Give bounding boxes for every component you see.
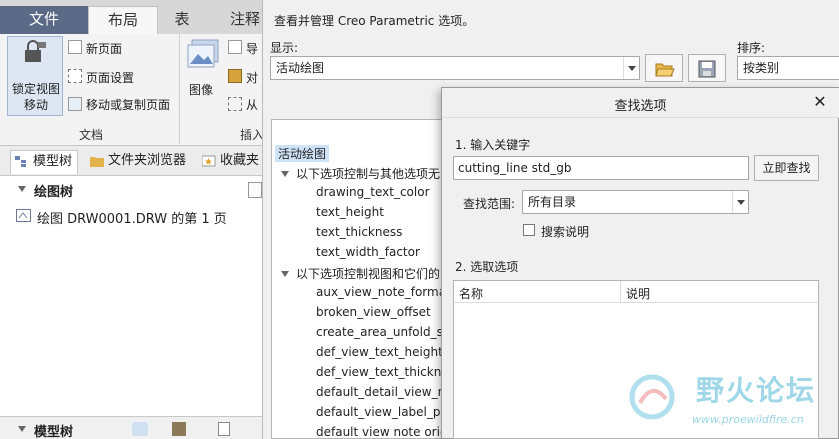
- tree-group2[interactable]: 以下选项控制视图和它们的: [296, 265, 440, 282]
- folder-icon: [90, 157, 104, 167]
- watermark-logo-icon: [629, 374, 675, 420]
- chevron-down-icon: [623, 57, 639, 79]
- group-label-insert: 插入: [240, 128, 265, 142]
- tree-option[interactable]: text_height: [316, 205, 384, 219]
- display-icon[interactable]: [132, 422, 148, 436]
- lock-view-move-label: 锁定视图 移动: [11, 82, 60, 112]
- search-description-label: 搜索说明: [541, 225, 590, 239]
- show-label: 显示:: [270, 41, 299, 55]
- from-button[interactable]: 从: [246, 96, 258, 113]
- sort-select-value: 按类别: [743, 61, 780, 75]
- drawing-icon: [16, 209, 31, 222]
- show-select[interactable]: 活动绘图: [270, 56, 640, 80]
- find-now-button[interactable]: 立即查找: [754, 155, 819, 181]
- tree-option[interactable]: drawing_text_color: [316, 185, 430, 199]
- chevron-down-icon: [732, 191, 748, 213]
- column-name[interactable]: 名称: [459, 285, 483, 302]
- tab-file[interactable]: 文件: [0, 6, 88, 34]
- tree-option[interactable]: create_area_unfold_se: [316, 325, 450, 339]
- close-icon[interactable]: ✕: [810, 92, 830, 112]
- tab-model-tree-label: 模型树: [33, 154, 73, 169]
- tab-layout[interactable]: 布局: [88, 6, 158, 34]
- tree-option[interactable]: default_view_label_pla: [316, 405, 451, 419]
- tree-settings-icon[interactable]: [248, 182, 262, 198]
- options-description: 查看并管理 Creo Parametric 选项。: [274, 14, 475, 28]
- find-dialog-titlebar: 查找选项 ✕: [442, 88, 839, 118]
- scope-select-value: 所有目录: [528, 195, 577, 209]
- settings-icon[interactable]: [218, 422, 230, 436]
- model-tree-footer: 模型树: [0, 416, 262, 439]
- tab-favorites[interactable]: 收藏夹: [198, 150, 262, 174]
- align-icon: [228, 69, 242, 83]
- tab-favorites-label: 收藏夹: [220, 153, 260, 168]
- move-copy-page-icon: [68, 97, 82, 111]
- tree-option[interactable]: text_width_factor: [316, 245, 420, 259]
- model-tree-footer-header: 模型树: [34, 425, 74, 439]
- ribbon-tabbar: 文件 布局 表 注释: [0, 0, 262, 34]
- page-setup-button[interactable]: 页面设置: [86, 69, 134, 86]
- align-button[interactable]: 对: [246, 69, 258, 86]
- scope-label: 查找范围:: [463, 197, 516, 211]
- import-button[interactable]: 导: [246, 40, 258, 57]
- search-description-checkbox[interactable]: [523, 224, 535, 236]
- panel-tabs: 模型树 文件夹浏览器 收藏夹: [0, 146, 262, 176]
- tab-annotate[interactable]: 注释: [212, 6, 262, 34]
- import-icon: [228, 40, 242, 54]
- lock-view-move-button[interactable]: 锁定视图 移动: [7, 36, 63, 116]
- save-config-button[interactable]: [688, 54, 726, 82]
- new-page-button[interactable]: 新页面: [86, 40, 122, 57]
- tab-model-tree[interactable]: 模型树: [10, 150, 78, 174]
- collapse-model-tree-icon[interactable]: [18, 426, 26, 432]
- watermark: 野火论坛 www.proewildfire.cn: [620, 365, 839, 439]
- tree-group1[interactable]: 以下选项控制与其他选项无: [296, 165, 440, 182]
- tab-folder-browser-label: 文件夹浏览器: [108, 153, 187, 168]
- new-page-icon: [68, 40, 82, 54]
- tree-option[interactable]: def_view_text_height: [316, 345, 443, 359]
- sort-select[interactable]: 按类别: [737, 56, 839, 80]
- find-dialog-title: 查找选项: [614, 99, 667, 114]
- tree-option[interactable]: text_thickness: [316, 225, 402, 239]
- tree-option[interactable]: def_view_text_thicknes: [316, 365, 455, 379]
- column-divider: [620, 281, 621, 302]
- favorites-icon: [202, 155, 216, 167]
- tab-folder-browser[interactable]: 文件夹浏览器: [86, 150, 190, 174]
- watermark-url: www.proewildfire.cn: [692, 413, 804, 426]
- tree-option[interactable]: default_detail_view_na: [316, 385, 453, 399]
- page-setup-icon: [68, 69, 82, 83]
- drawing-tree-header: 绘图树: [34, 185, 74, 200]
- model-tree-icon: [15, 156, 26, 167]
- open-config-button[interactable]: [645, 54, 683, 82]
- collapse-drawing-tree-icon[interactable]: [18, 186, 26, 192]
- results-table-header: 名称 说明: [454, 281, 818, 303]
- move-copy-page-button[interactable]: 移动或复制页面: [86, 96, 170, 113]
- tree-root-active-drawing[interactable]: 活动绘图: [275, 145, 330, 162]
- open-folder-icon: [655, 63, 675, 77]
- save-icon: [698, 60, 716, 78]
- from-icon: [228, 97, 242, 111]
- keyword-input[interactable]: cutting_line std_gb: [453, 156, 749, 180]
- tree-option[interactable]: broken_view_offset: [316, 305, 431, 319]
- step1-label: 1. 输入关键字: [455, 138, 531, 152]
- watermark-title: 野火论坛: [696, 374, 817, 407]
- column-description[interactable]: 说明: [626, 285, 650, 302]
- lock-icon: [25, 40, 46, 62]
- image-button[interactable]: 图像: [189, 81, 213, 98]
- tree-option[interactable]: aux_view_note_format: [316, 285, 451, 299]
- expand-group1-icon[interactable]: [281, 171, 289, 177]
- group-label-document: 文档: [79, 128, 104, 142]
- ribbon-separator: [179, 34, 180, 144]
- drawing-tree-item[interactable]: 绘图 DRW0001.DRW 的第 1 页: [37, 208, 227, 227]
- scope-select[interactable]: 所有目录: [522, 190, 749, 214]
- sort-label: 排序:: [737, 41, 766, 55]
- tab-table[interactable]: 表: [160, 6, 204, 34]
- tools-icon[interactable]: [172, 422, 186, 436]
- image-icon: [187, 39, 219, 68]
- expand-group2-icon[interactable]: [281, 271, 289, 277]
- step2-label: 2. 选取选项: [455, 260, 519, 274]
- tree-option[interactable]: default view note orie: [316, 425, 447, 439]
- show-select-value: 活动绘图: [276, 61, 325, 75]
